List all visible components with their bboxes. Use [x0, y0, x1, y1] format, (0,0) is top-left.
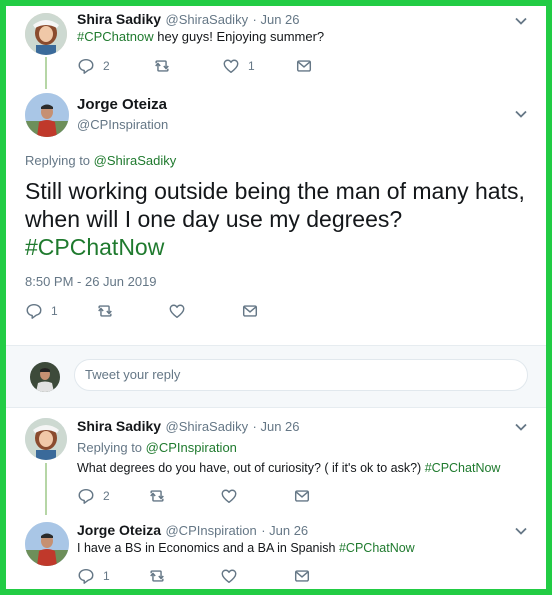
like-count: 1: [248, 59, 255, 73]
tweet-text: I have a BS in Economics and a BA in Spa…: [77, 541, 415, 555]
message-icon: [293, 567, 311, 585]
divider: [6, 407, 546, 408]
message-button[interactable]: [293, 486, 311, 506]
reply-composer: Tweet your reply: [6, 345, 546, 407]
reply-count: 2: [103, 489, 110, 503]
tweet-actions: 1: [77, 566, 337, 586]
reply-count: 1: [51, 304, 58, 318]
reply-count: 2: [103, 59, 110, 73]
tweet-actions: 2 1: [77, 56, 337, 76]
reply-icon: [77, 487, 95, 505]
replying-prefix: Replying to: [25, 153, 91, 168]
avatar[interactable]: [25, 418, 67, 460]
message-icon: [295, 57, 313, 75]
reply-button[interactable]: 2: [77, 56, 110, 76]
reply-count: 1: [103, 569, 110, 583]
tweet-header: Jorge Oteiza @CPInspiration · Jun 26: [77, 522, 308, 540]
main-tweet-text: Still working outside being the man of m…: [25, 177, 525, 261]
main-author-handle[interactable]: @CPInspiration: [77, 117, 168, 132]
tweet-body: I have a BS in Economics and a BA in Spa…: [77, 541, 336, 555]
reply-icon: [77, 57, 95, 75]
reply-input[interactable]: Tweet your reply: [74, 359, 528, 391]
divider: [6, 345, 546, 346]
tweet-text: What degrees do you have, out of curiosi…: [77, 461, 500, 475]
thread-line: [45, 463, 47, 515]
avatar: [30, 362, 60, 392]
chevron-down-icon[interactable]: [514, 109, 528, 119]
main-author-name[interactable]: Jorge Oteiza: [77, 96, 167, 114]
main-tweet-body: Still working outside being the man of m…: [25, 178, 525, 232]
replying-to-handle[interactable]: @CPInspiration: [146, 440, 237, 455]
replying-to: Replying to @ShiraSadiky: [25, 153, 176, 168]
author-name[interactable]: Shira Sadiky: [77, 11, 161, 27]
retweet-icon: [153, 57, 171, 75]
like-button[interactable]: [168, 301, 186, 321]
like-icon: [220, 567, 238, 585]
like-button[interactable]: [220, 486, 238, 506]
tweet-date[interactable]: · Jun 26: [253, 419, 300, 434]
retweet-button[interactable]: [148, 486, 166, 506]
chevron-down-icon[interactable]: [514, 422, 528, 432]
like-icon: [220, 487, 238, 505]
author-handle[interactable]: @ShiraSadiky: [166, 12, 249, 27]
message-icon: [241, 302, 259, 320]
hashtag[interactable]: #CPChatNow: [25, 234, 164, 260]
message-button[interactable]: [241, 301, 259, 321]
tweet-actions: 1: [25, 301, 285, 321]
reply-button[interactable]: 1: [25, 301, 58, 321]
tweet-text: #CPChatnow hey guys! Enjoying summer?: [77, 29, 324, 44]
message-icon: [293, 487, 311, 505]
like-icon: [222, 57, 240, 75]
avatar[interactable]: [25, 522, 69, 566]
chevron-down-icon[interactable]: [514, 526, 528, 536]
tweet-date[interactable]: · Jun 26: [253, 12, 300, 27]
tweet-actions: 2: [77, 486, 337, 506]
replying-to: Replying to @CPInspiration: [77, 440, 237, 455]
retweet-button[interactable]: [96, 301, 114, 321]
like-button[interactable]: 1: [222, 56, 255, 76]
retweet-icon: [96, 302, 114, 320]
author-name[interactable]: Shira Sadiky: [77, 418, 161, 434]
avatar[interactable]: [25, 13, 67, 55]
reply-icon: [25, 302, 43, 320]
reply-button[interactable]: 1: [77, 566, 110, 586]
chevron-down-icon[interactable]: [514, 16, 528, 26]
like-icon: [168, 302, 186, 320]
retweet-button[interactable]: [148, 566, 166, 586]
avatar[interactable]: [25, 93, 69, 137]
message-button[interactable]: [293, 566, 311, 586]
tweet-header: Shira Sadiky @ShiraSadiky · Jun 26: [77, 11, 300, 29]
thread-line: [45, 57, 47, 89]
tweet-timestamp[interactable]: 8:50 PM - 26 Jun 2019: [25, 274, 157, 289]
retweet-icon: [148, 487, 166, 505]
author-name[interactable]: Jorge Oteiza: [77, 522, 161, 538]
replying-to-handle[interactable]: @ShiraSadiky: [94, 153, 177, 168]
retweet-button[interactable]: [153, 56, 171, 76]
tweet-body: What degrees do you have, out of curiosi…: [77, 461, 422, 475]
reply-button[interactable]: 2: [77, 486, 110, 506]
author-handle[interactable]: @CPInspiration: [165, 523, 256, 538]
hashtag[interactable]: #CPChatNow: [339, 541, 415, 555]
author-handle[interactable]: @ShiraSadiky: [166, 419, 249, 434]
tweet-thread: Shira Sadiky @ShiraSadiky · Jun 26 #CPCh…: [6, 6, 546, 589]
hashtag[interactable]: #CPChatnow: [77, 29, 154, 44]
reply-icon: [77, 567, 95, 585]
hashtag[interactable]: #CPChatNow: [425, 461, 501, 475]
retweet-icon: [148, 567, 166, 585]
tweet-body: hey guys! Enjoying summer?: [157, 29, 325, 44]
tweet-date[interactable]: · Jun 26: [261, 523, 308, 538]
tweet-header: Shira Sadiky @ShiraSadiky · Jun 26: [77, 418, 300, 436]
like-button[interactable]: [220, 566, 238, 586]
message-button[interactable]: [295, 56, 313, 76]
replying-prefix: Replying to: [77, 440, 143, 455]
